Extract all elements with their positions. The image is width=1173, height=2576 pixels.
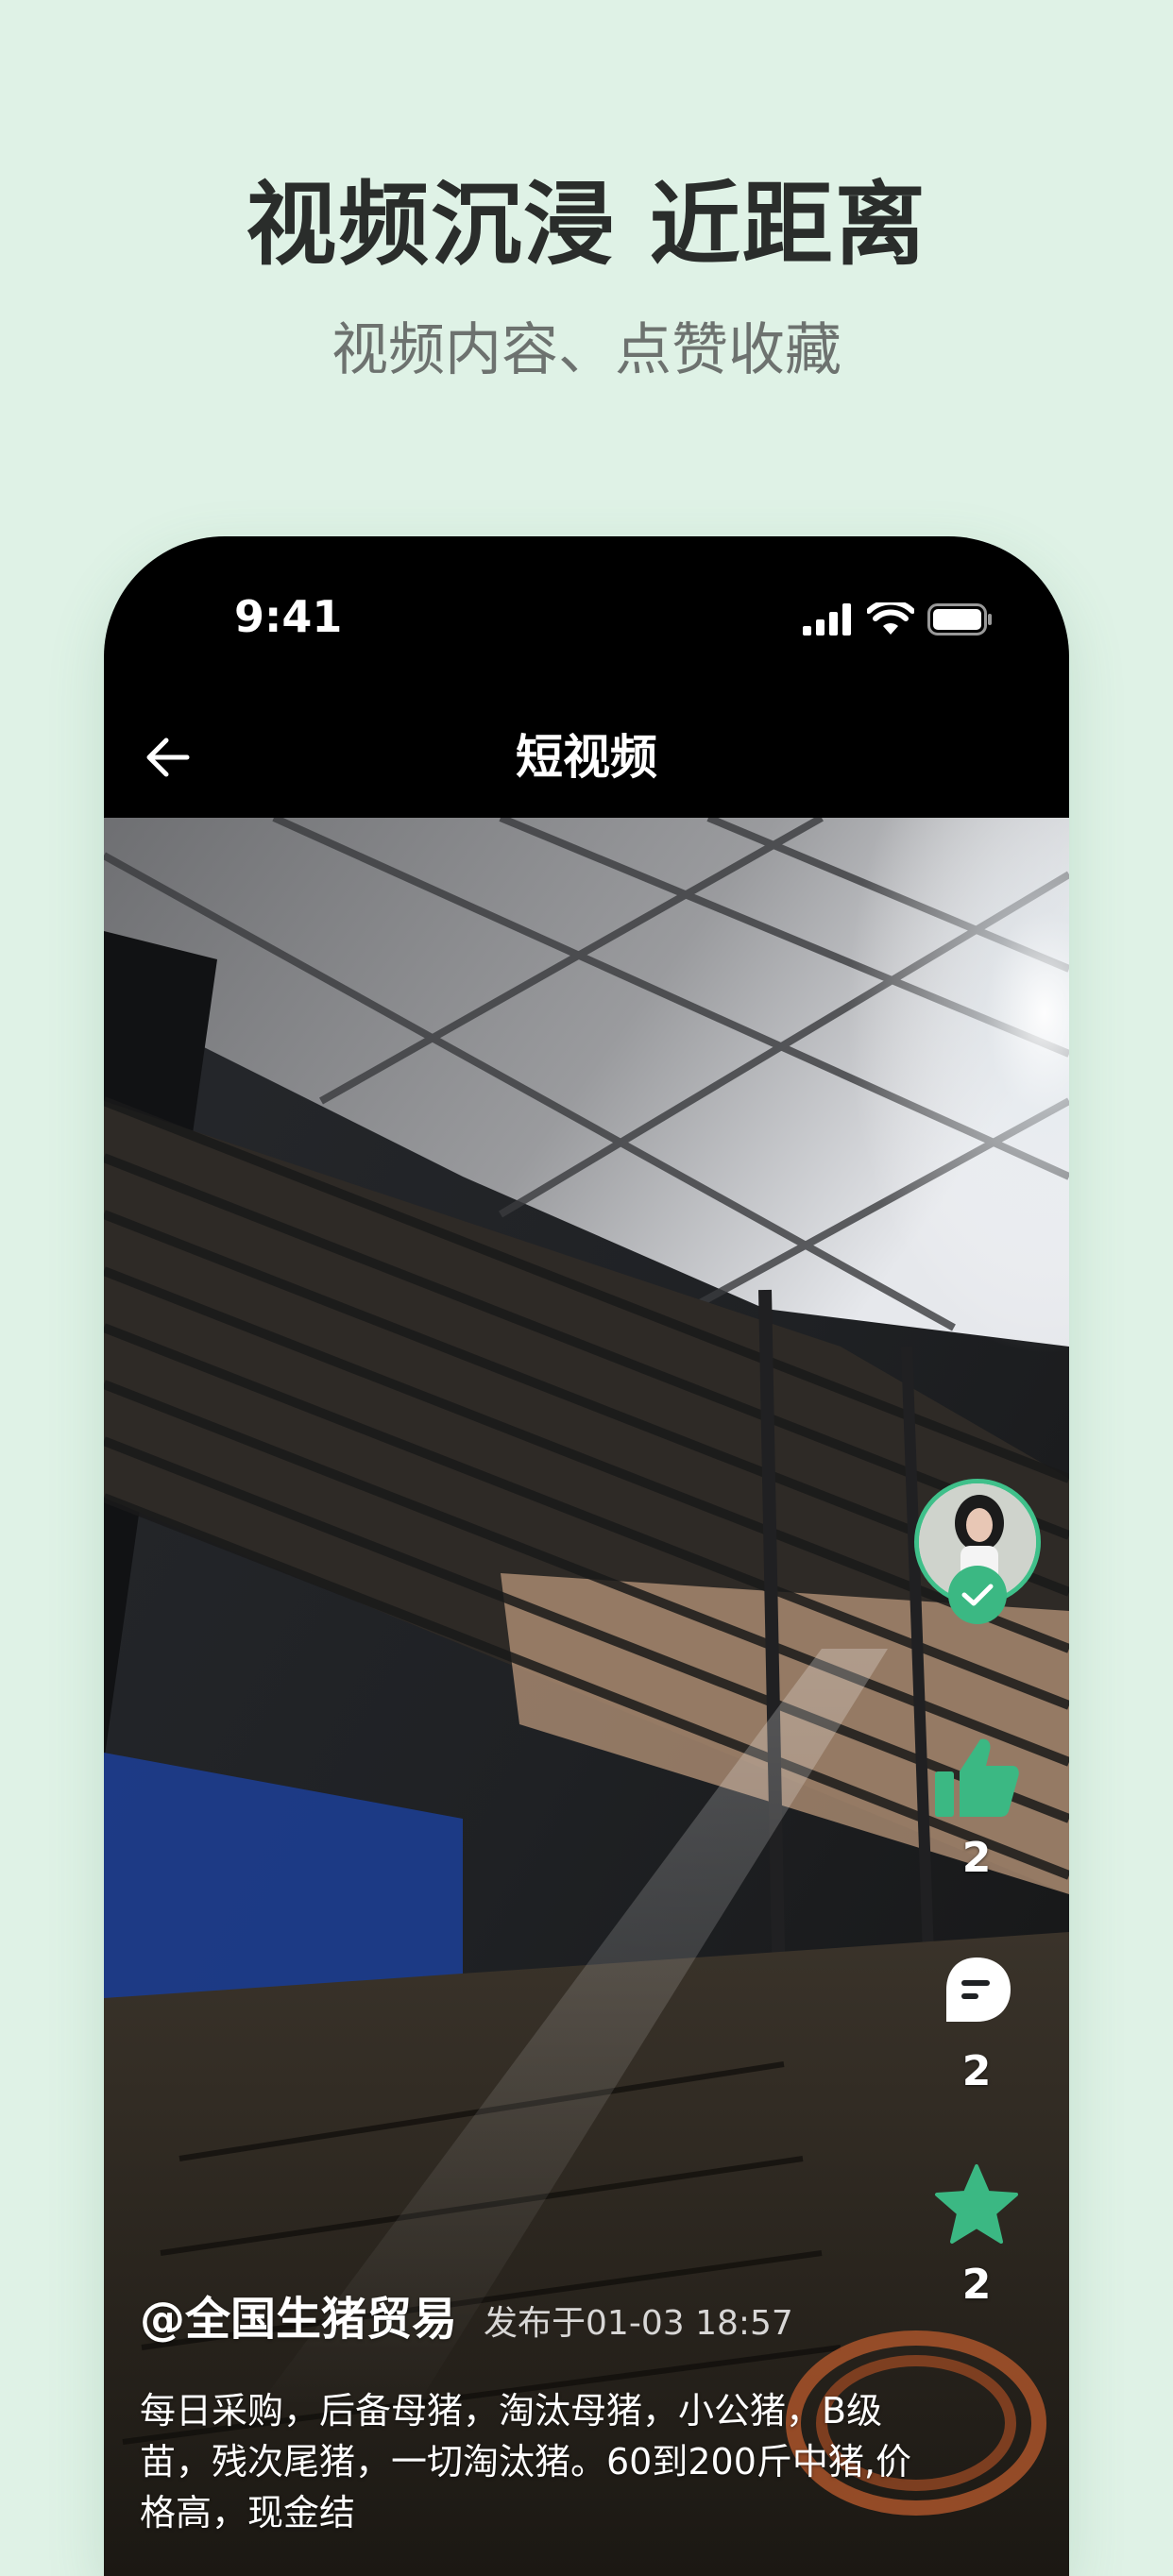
- favorite-action[interactable]: 2: [910, 2159, 1043, 2309]
- status-icons: [803, 601, 994, 638]
- signal-icon: [803, 603, 851, 636]
- comment-action[interactable]: 2: [910, 1945, 1043, 2095]
- wifi-icon: [867, 602, 914, 635]
- status-bar: 9:41: [104, 536, 1069, 697]
- thumbs-up-icon: [931, 1732, 1022, 1822]
- favorite-count: 2: [961, 2261, 992, 2309]
- like-count: 2: [961, 1834, 992, 1882]
- star-icon: [931, 2159, 1022, 2249]
- promo-title: 视频沉浸 近距离: [246, 172, 927, 278]
- check-icon: [961, 1584, 994, 1606]
- phone-frame: 9:41 短视频 2 2 2 @全国生猪贸易 发布于01-03 18:57 每日…: [104, 536, 1069, 2576]
- nav-title: 短视频: [516, 730, 657, 785]
- battery-icon: [927, 603, 992, 636]
- author-line: @全国生猪贸易 发布于01-03 18:57: [140, 2281, 914, 2347]
- publish-time: 发布于01-03 18:57: [484, 2304, 793, 2343]
- like-action[interactable]: 2: [910, 1732, 1043, 1882]
- video-caption: @全国生猪贸易 发布于01-03 18:57 每日采购，后备母猪，淘汰母猪，小公…: [140, 2281, 914, 2538]
- video-player[interactable]: 2 2 2 @全国生猪贸易 发布于01-03 18:57 每日采购，后备母猪，淘…: [104, 818, 1069, 2576]
- follow-badge[interactable]: [948, 1566, 1007, 1624]
- author-avatar-group[interactable]: [910, 1479, 1043, 1630]
- status-time: 9:41: [234, 591, 343, 642]
- comment-count: 2: [961, 2047, 992, 2095]
- promo-subtitle: 视频内容、点赞收藏: [332, 317, 842, 383]
- author-name[interactable]: @全国生猪贸易: [140, 2281, 457, 2347]
- nav-bar: 短视频: [104, 697, 1069, 818]
- video-description: 每日采购，后备母猪，淘汰母猪，小公猪，B级苗，残次尾猪，一切淘汰猪。60到200…: [140, 2390, 911, 2534]
- comment-icon: [931, 1945, 1022, 2036]
